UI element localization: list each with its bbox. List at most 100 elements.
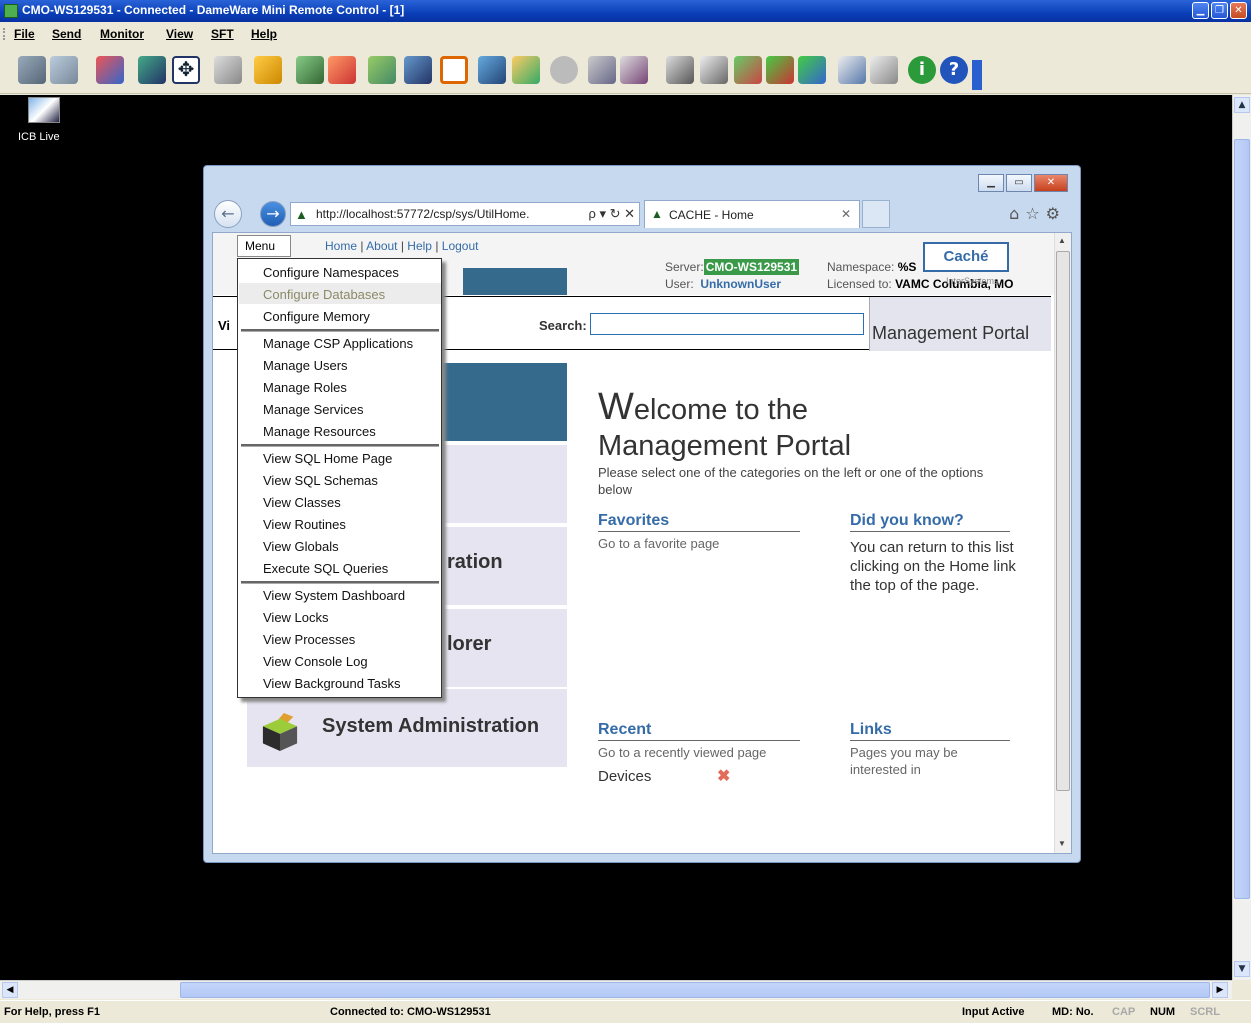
menu-sft[interactable]: SFT	[211, 27, 234, 41]
new-tab-button[interactable]	[862, 200, 890, 228]
menu-item-execute-sql-queries[interactable]: Execute SQL Queries	[263, 561, 388, 576]
users-icon[interactable]	[766, 56, 794, 84]
menu-item-view-background-tasks[interactable]: View Background Tasks	[263, 676, 401, 691]
settings-icon[interactable]	[512, 56, 540, 84]
menu-item-view-sql-schemas[interactable]: View SQL Schemas	[263, 473, 378, 488]
menu-item-view-classes[interactable]: View Classes	[263, 495, 341, 510]
user-value[interactable]: UnknownUser	[700, 277, 781, 291]
copy-icon[interactable]	[700, 56, 728, 84]
menu-item-configure-databases[interactable]: Configure Databases	[263, 287, 385, 302]
scroll-up-icon[interactable]: ▲	[1234, 97, 1250, 113]
menu-item-manage-resources[interactable]: Manage Resources	[263, 424, 376, 439]
menu-item-view-processes[interactable]: View Processes	[263, 632, 355, 647]
favorites-heading[interactable]: Favorites	[598, 512, 800, 532]
menu-monitor[interactable]: Monitor	[100, 27, 144, 41]
portal-menu-button[interactable]: Menu	[237, 235, 291, 257]
vertical-scroll-thumb[interactable]	[1234, 139, 1250, 899]
link-help[interactable]: Help	[407, 239, 432, 253]
window-titlebar[interactable]: CMO-WS129531 - Connected - DameWare Mini…	[0, 0, 1251, 22]
remote-control-icon[interactable]	[96, 56, 124, 84]
scroll-left-icon[interactable]: ◀	[2, 982, 18, 998]
browser-tab[interactable]: ▲ CACHE - Home ✕	[644, 200, 860, 228]
page-scroll-thumb[interactable]	[1056, 251, 1070, 791]
connect-icon[interactable]	[18, 56, 46, 84]
move-icon[interactable]: ✥	[172, 56, 200, 84]
remote-desktop-viewport[interactable]: ICB Live ▁ ▭ ✕ ← → ▲ http://localhost:57…	[0, 95, 1232, 980]
border-icon[interactable]	[440, 56, 468, 84]
scroll-right-icon[interactable]: ▶	[1212, 982, 1228, 998]
menu-file[interactable]: File	[14, 27, 35, 41]
menu-item-view-sql-home-page[interactable]: View SQL Home Page	[263, 451, 392, 466]
address-controls[interactable]: ρ ▾ ↻ ✕	[588, 206, 635, 222]
transfer-icon[interactable]	[666, 56, 694, 84]
recent-item-devices[interactable]: Devices	[598, 767, 651, 786]
link-about[interactable]: About	[366, 239, 397, 253]
lock-icon[interactable]	[254, 56, 282, 84]
browser-tools: ⌂☆⚙	[1009, 204, 1066, 223]
viewport-horizontal-scrollbar[interactable]: ◀ ▶	[0, 980, 1232, 999]
keyboard-icon[interactable]	[214, 56, 242, 84]
menu-item-manage-roles[interactable]: Manage Roles	[263, 380, 347, 395]
disconnect-icon[interactable]	[50, 56, 78, 84]
menu-item-view-routines[interactable]: View Routines	[263, 517, 346, 532]
viewport-vertical-scrollbar[interactable]: ▲ ▼	[1232, 95, 1251, 980]
menu-item-view-system-dashboard[interactable]: View System Dashboard	[263, 588, 405, 603]
cursor-icon[interactable]	[368, 56, 396, 84]
network-icon[interactable]	[734, 56, 762, 84]
home-icon[interactable]: ⌂	[1009, 204, 1025, 223]
delete-icon[interactable]: ✖	[717, 766, 730, 786]
menu-item-view-console-log[interactable]: View Console Log	[263, 654, 368, 669]
menu-view[interactable]: View	[166, 27, 193, 41]
disabled-icon[interactable]	[550, 56, 578, 84]
page-scrollbar[interactable]: ▲ ▼	[1054, 233, 1071, 853]
browser-maximize-button[interactable]: ▭	[1006, 174, 1032, 192]
menu-help[interactable]: Help	[251, 27, 277, 41]
menu-item-view-globals[interactable]: View Globals	[263, 539, 339, 554]
toolbar-overflow-chevron-icon[interactable]	[972, 60, 982, 90]
scroll-up-arrow-icon[interactable]: ▲	[1058, 236, 1066, 245]
print-icon[interactable]	[588, 56, 616, 84]
category-tile-system-administration[interactable]: System Administration	[247, 689, 567, 767]
menu-item-manage-services[interactable]: Manage Services	[263, 402, 363, 417]
browser-close-button[interactable]: ✕	[1034, 174, 1068, 192]
pointer-icon[interactable]	[404, 56, 432, 84]
tab-close-icon[interactable]: ✕	[841, 207, 851, 221]
links-heading[interactable]: Links	[850, 721, 1010, 741]
unlock-icon[interactable]	[870, 56, 898, 84]
print-setup-icon[interactable]	[620, 56, 648, 84]
back-button[interactable]: ←	[214, 200, 242, 228]
scroll-down-icon[interactable]: ▼	[1234, 961, 1250, 977]
welcome-w: W	[598, 386, 634, 428]
cache-logo: Caché	[923, 242, 1009, 272]
refresh-icon[interactable]	[296, 56, 324, 84]
namespace-value[interactable]: %S	[898, 260, 917, 274]
menu-item-configure-namespaces[interactable]: Configure Namespaces	[263, 265, 399, 280]
star-icon[interactable]: ☆	[1025, 204, 1045, 223]
fire-icon[interactable]	[328, 56, 356, 84]
groups-icon[interactable]	[798, 56, 826, 84]
screen-icon[interactable]	[138, 56, 166, 84]
close-button[interactable]: ✕	[1230, 2, 1247, 19]
scroll-down-arrow-icon[interactable]: ▼	[1058, 839, 1066, 848]
minimize-button[interactable]: ▁	[1192, 2, 1209, 19]
link-logout[interactable]: Logout	[442, 239, 479, 253]
browser-minimize-button[interactable]: ▁	[978, 174, 1004, 192]
menu-item-configure-memory[interactable]: Configure Memory	[263, 309, 370, 324]
gear-icon[interactable]: ⚙	[1046, 204, 1066, 223]
forward-button[interactable]: →	[260, 201, 286, 227]
menu-item-manage-users[interactable]: Manage Users	[263, 358, 348, 373]
address-bar[interactable]: ▲ http://localhost:57772/csp/sys/UtilHom…	[290, 202, 640, 226]
help-icon[interactable]: ?	[940, 56, 968, 84]
layout-icon[interactable]	[478, 56, 506, 84]
info-icon[interactable]: i	[908, 56, 936, 84]
recent-heading[interactable]: Recent	[598, 721, 800, 741]
menubar-grip	[3, 28, 6, 40]
windows-icon[interactable]	[838, 56, 866, 84]
menu-item-view-locks[interactable]: View Locks	[263, 610, 329, 625]
menu-item-manage-csp-applications[interactable]: Manage CSP Applications	[263, 336, 413, 351]
menu-send[interactable]: Send	[52, 27, 81, 41]
maximize-button[interactable]: ❐	[1211, 2, 1228, 19]
horizontal-scroll-thumb[interactable]	[180, 982, 1210, 998]
link-home[interactable]: Home	[325, 239, 357, 253]
search-input[interactable]	[590, 313, 864, 335]
